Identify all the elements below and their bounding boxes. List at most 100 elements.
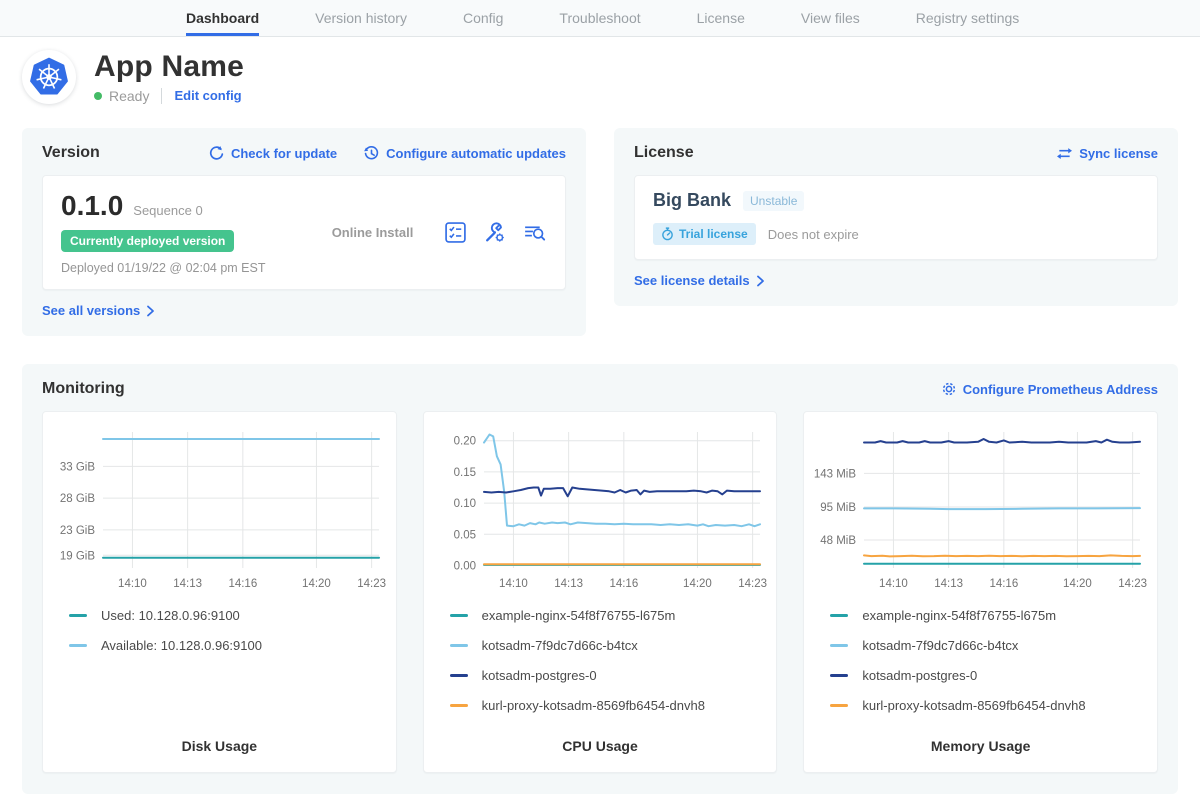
svg-text:0.00: 0.00 (453, 561, 475, 573)
tab-config[interactable]: Config (463, 0, 503, 36)
svg-text:14:23: 14:23 (1119, 578, 1148, 590)
legend-item: Used: 10.128.0.96:9100 (69, 608, 388, 623)
divider (161, 88, 162, 104)
svg-text:14:23: 14:23 (738, 578, 767, 590)
configure-prometheus-link[interactable]: Configure Prometheus Address (941, 381, 1158, 397)
svg-text:14:10: 14:10 (499, 578, 528, 590)
disk-usage-card: 19 GiB 23 GiB 28 GiB 33 GiB 14:10 14:13 14:16 1… (42, 411, 397, 773)
legend-label: kurl-proxy-kotsadm-8569fb6454-dnvh8 (862, 698, 1085, 713)
ready-status-dot (94, 92, 102, 100)
stopwatch-icon (661, 227, 674, 241)
tab-license[interactable]: License (697, 0, 745, 36)
legend-label: kotsadm-postgres-0 (862, 668, 977, 683)
ready-status-text: Ready (109, 88, 149, 104)
legend-label: kotsadm-postgres-0 (482, 668, 597, 683)
legend-swatch (830, 614, 848, 617)
version-number: 0.1.0 (61, 190, 123, 222)
svg-text:0.15: 0.15 (453, 467, 475, 479)
svg-text:14:16: 14:16 (609, 578, 638, 590)
cpu-usage-legend: example-nginx-54f8f76755-l675m kotsadm-7f… (450, 608, 769, 728)
svg-text:33 GiB: 33 GiB (60, 461, 95, 473)
schedule-icon (363, 145, 380, 162)
legend-item: example-nginx-54f8f76755-l675m (450, 608, 769, 623)
kubernetes-icon (27, 55, 71, 99)
legend-item: kotsadm-7f9dc7d66c-b4tcx (830, 638, 1149, 653)
chevron-right-icon (146, 305, 155, 317)
svg-text:14:13: 14:13 (173, 578, 202, 590)
svg-text:14:10: 14:10 (118, 578, 147, 590)
chart-title: CPU Usage (432, 728, 769, 754)
legend-swatch (830, 674, 848, 677)
sync-arrows-icon (1056, 146, 1073, 161)
svg-text:23 GiB: 23 GiB (60, 525, 95, 537)
see-all-versions-link[interactable]: See all versions (42, 303, 155, 318)
memory-usage-legend: example-nginx-54f8f76755-l675m kotsadm-7f… (830, 608, 1149, 728)
cpu-usage-chart: 0.000.050.100.150.2014:1014:1314:1614:20… (432, 422, 768, 594)
memory-usage-chart: 48 MiB95 MiB143 MiB14:1014:1314:1614:201… (812, 422, 1148, 594)
legend-label: Used: 10.128.0.96:9100 (101, 608, 240, 623)
refresh-icon (208, 145, 225, 162)
svg-text:14:16: 14:16 (228, 578, 257, 590)
license-card: License Sync license Big Bank Unstable (614, 128, 1178, 306)
see-license-details-link[interactable]: See license details (634, 273, 765, 288)
svg-text:143 MiB: 143 MiB (814, 468, 857, 480)
tab-dashboard[interactable]: Dashboard (186, 0, 259, 36)
customer-name: Big Bank (653, 190, 731, 211)
license-box: Big Bank Unstable Trial license Does not… (634, 175, 1158, 260)
top-nav: Dashboard Version history Config Troublesho… (0, 0, 1200, 37)
app-header: App Name Ready Edit config (22, 50, 1178, 104)
svg-text:0.20: 0.20 (453, 436, 475, 448)
legend-label: example-nginx-54f8f76755-l675m (482, 608, 676, 623)
legend-label: example-nginx-54f8f76755-l675m (862, 608, 1056, 623)
configure-automatic-updates-link[interactable]: Configure automatic updates (363, 145, 566, 162)
svg-text:14:20: 14:20 (1063, 578, 1092, 590)
svg-text:28 GiB: 28 GiB (60, 493, 95, 505)
svg-text:0.05: 0.05 (453, 529, 475, 541)
check-for-update-link[interactable]: Check for update (208, 145, 337, 162)
gear-icon (941, 381, 957, 397)
monitoring-heading: Monitoring (42, 380, 125, 398)
version-diff-button[interactable] (444, 221, 467, 244)
install-type-label: Online Install (301, 225, 444, 240)
current-version-box: 0.1.0 Sequence 0 Currently deployed vers… (42, 175, 566, 290)
disk-usage-chart: 19 GiB 23 GiB 28 GiB 33 GiB 14:10 14:13 14:16 1… (51, 422, 387, 594)
channel-badge: Unstable (743, 191, 804, 211)
license-heading: License (634, 144, 694, 162)
memory-usage-card: 48 MiB95 MiB143 MiB14:1014:1314:1614:201… (803, 411, 1158, 773)
sync-license-link[interactable]: Sync license (1056, 146, 1158, 161)
tab-version-history[interactable]: Version history (315, 0, 407, 36)
version-config-button[interactable] (483, 221, 506, 244)
checklist-icon (444, 221, 467, 244)
version-logs-button[interactable] (522, 221, 547, 244)
legend-item: kurl-proxy-kotsadm-8569fb6454-dnvh8 (830, 698, 1149, 713)
chart-title: Disk Usage (51, 728, 388, 754)
tab-troubleshoot[interactable]: Troubleshoot (559, 0, 640, 36)
svg-text:0.10: 0.10 (453, 498, 475, 510)
license-expiry: Does not expire (768, 227, 859, 242)
disk-usage-legend: Used: 10.128.0.96:9100Available: 10.128.… (69, 608, 388, 668)
legend-swatch (830, 644, 848, 647)
nav-tabs: Dashboard Version history Config Troublesho… (186, 0, 1019, 36)
tab-view-files[interactable]: View files (801, 0, 860, 36)
svg-text:95 MiB: 95 MiB (821, 502, 857, 514)
app-logo (22, 50, 76, 104)
legend-label: kurl-proxy-kotsadm-8569fb6454-dnvh8 (482, 698, 705, 713)
svg-text:14:20: 14:20 (302, 578, 331, 590)
chevron-right-icon (756, 275, 765, 287)
legend-swatch (830, 704, 848, 707)
svg-text:48 MiB: 48 MiB (821, 535, 857, 547)
tab-registry-settings[interactable]: Registry settings (916, 0, 1019, 36)
edit-config-link[interactable]: Edit config (174, 88, 241, 103)
legend-label: kotsadm-7f9dc7d66c-b4tcx (482, 638, 638, 653)
svg-text:14:13: 14:13 (554, 578, 583, 590)
legend-swatch (450, 644, 468, 647)
lines-magnifier-icon (522, 221, 547, 244)
legend-swatch (69, 614, 87, 617)
legend-label: kotsadm-7f9dc7d66c-b4tcx (862, 638, 1018, 653)
version-heading: Version (42, 144, 100, 162)
legend-swatch (450, 614, 468, 617)
legend-item: kotsadm-postgres-0 (450, 668, 769, 683)
svg-text:19 GiB: 19 GiB (60, 550, 95, 562)
trial-license-badge: Trial license (653, 223, 756, 245)
svg-text:14:10: 14:10 (879, 578, 908, 590)
